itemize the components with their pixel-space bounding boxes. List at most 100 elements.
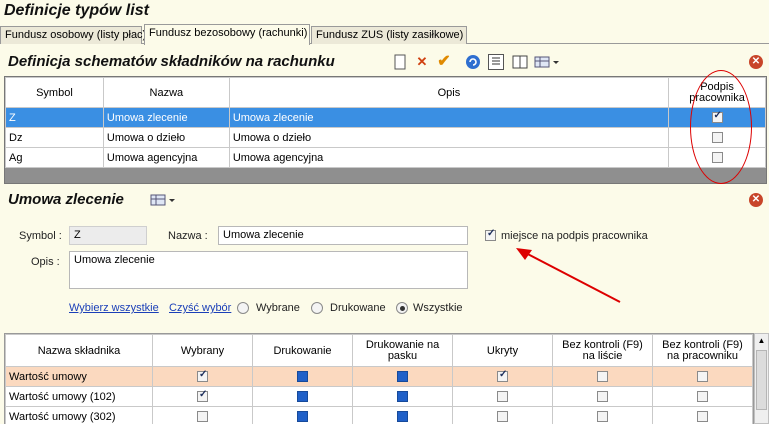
bez-kontroli-lista-checkbox[interactable] — [597, 411, 608, 423]
cell-symbol[interactable]: Ag — [5, 147, 104, 168]
drukowanie-pasek-checkbox[interactable] — [397, 371, 408, 383]
radio-drukowane[interactable] — [311, 302, 323, 314]
cell-bez-kontroli-pracownik[interactable] — [652, 366, 753, 387]
table-row[interactable]: Ag Umowa agencyjna Umowa agencyjna — [5, 147, 766, 168]
radio-wszystkie-label: Wszystkie — [413, 302, 463, 314]
cell-opis[interactable]: Umowa zlecenie — [228, 107, 670, 128]
close-icon[interactable]: ✕ — [749, 193, 763, 207]
opis-field[interactable]: Umowa zlecenie — [69, 251, 468, 289]
delete-icon[interactable]: ✕ — [414, 54, 430, 70]
table-row[interactable]: Wartość umowy (102) — [5, 386, 753, 407]
radio-wybrane[interactable] — [237, 302, 249, 314]
detail-section-title: Umowa zlecenie — [8, 191, 124, 208]
grid-menu-icon[interactable] — [150, 192, 178, 208]
grid-menu-icon[interactable] — [534, 54, 562, 70]
bez-kontroli-pracownik-checkbox[interactable] — [697, 391, 708, 403]
ukryty-checkbox[interactable] — [497, 369, 508, 383]
cell-opis[interactable]: Umowa agencyjna — [228, 147, 670, 168]
drukowanie-checkbox[interactable] — [297, 371, 308, 383]
cell-nazwa-skladnika[interactable]: Wartość umowy — [5, 366, 153, 387]
tab-fundusz-osobowy[interactable]: Fundusz osobowy (listy płac) — [0, 26, 146, 44]
col-header-ukryty[interactable]: Ukryty — [452, 334, 553, 367]
schema-grid: Symbol Nazwa Opis Podpis pracownika Z Um… — [4, 76, 767, 184]
cell-wybrany[interactable] — [152, 386, 253, 407]
cell-nazwa[interactable]: Umowa zlecenie — [102, 107, 230, 128]
cell-wybrany[interactable] — [152, 406, 253, 424]
cell-bez-kontroli-pracownik[interactable] — [652, 406, 753, 424]
col-header-symbol[interactable]: Symbol — [5, 77, 104, 108]
cell-drukowanie[interactable] — [252, 386, 353, 407]
ukryty-checkbox[interactable] — [497, 391, 508, 403]
symbol-field[interactable]: Z — [69, 226, 147, 245]
cell-wybrany[interactable] — [152, 366, 253, 387]
col-header-drukowanie[interactable]: Drukowanie — [252, 334, 353, 367]
radio-wybrane-label: Wybrane — [256, 302, 300, 314]
drukowanie-checkbox[interactable] — [297, 391, 308, 403]
radio-wszystkie[interactable] — [396, 302, 408, 314]
table-row[interactable]: Z Umowa zlecenie Umowa zlecenie — [5, 107, 766, 128]
ukryty-checkbox[interactable] — [497, 411, 508, 423]
cell-drukowanie-pasek[interactable] — [352, 406, 453, 424]
table-row[interactable]: Dz Umowa o dzieło Umowa o dzieło — [5, 127, 766, 148]
annotation-ellipse — [690, 70, 752, 184]
bez-kontroli-lista-checkbox[interactable] — [597, 371, 608, 383]
nazwa-field[interactable]: Umowa zlecenie — [218, 226, 468, 245]
opis-label: Opis : — [31, 256, 60, 268]
drukowanie-pasek-checkbox[interactable] — [397, 411, 408, 423]
cell-ukryty[interactable] — [452, 386, 553, 407]
table-row[interactable]: Wartość umowy — [5, 366, 753, 387]
cell-bez-kontroli-lista[interactable] — [552, 366, 653, 387]
cell-ukryty[interactable] — [452, 366, 553, 387]
bez-kontroli-pracownik-checkbox[interactable] — [697, 371, 708, 383]
schema-section-title: Definicja schematów składników na rachun… — [8, 53, 335, 70]
cell-bez-kontroli-pracownik[interactable] — [652, 386, 753, 407]
cell-ukryty[interactable] — [452, 406, 553, 424]
col-header-wybrany[interactable]: Wybrany — [152, 334, 253, 367]
filter-icon[interactable] — [488, 54, 504, 70]
cell-symbol[interactable]: Dz — [5, 127, 104, 148]
tab-fundusz-zus[interactable]: Fundusz ZUS (listy zasiłkowe) — [311, 26, 467, 44]
annotation-arrow — [516, 248, 621, 303]
wybrany-checkbox[interactable] — [197, 411, 208, 423]
tab-fundusz-bezosobowy[interactable]: Fundusz bezosobowy (rachunki) — [144, 24, 310, 45]
col-header-nazwa[interactable]: Nazwa — [102, 77, 230, 108]
vertical-scrollbar[interactable]: ▲ — [754, 333, 769, 424]
clear-selection-link[interactable]: Czyść wybór — [169, 302, 231, 314]
new-document-icon[interactable] — [392, 54, 408, 70]
cell-nazwa[interactable]: Umowa o dzieło — [102, 127, 230, 148]
col-header-bez-kontroli-lista[interactable]: Bez kontroli (F9) na liście — [552, 334, 653, 367]
cell-nazwa[interactable]: Umowa agencyjna — [102, 147, 230, 168]
drukowanie-pasek-checkbox[interactable] — [397, 391, 408, 403]
col-header-drukowanie-na-pasku[interactable]: Drukowanie na pasku — [352, 334, 453, 367]
window-title: Definicje typów list — [4, 2, 149, 19]
cell-nazwa-skladnika[interactable]: Wartość umowy (102) — [5, 386, 153, 407]
refresh-icon[interactable] — [465, 54, 481, 70]
accept-icon[interactable]: ✔ — [436, 54, 452, 70]
cell-nazwa-skladnika[interactable]: Wartość umowy (302) — [5, 406, 153, 424]
cell-symbol[interactable]: Z — [5, 107, 104, 128]
wybrany-checkbox[interactable] — [197, 369, 208, 383]
select-all-link[interactable]: Wybierz wszystkie — [69, 302, 159, 314]
cell-bez-kontroli-lista[interactable] — [552, 406, 653, 424]
cell-drukowanie-pasek[interactable] — [352, 366, 453, 387]
table-row[interactable]: Wartość umowy (302) — [5, 406, 753, 424]
cell-drukowanie-pasek[interactable] — [352, 386, 453, 407]
bez-kontroli-pracownik-checkbox[interactable] — [697, 411, 708, 423]
columns-icon[interactable] — [512, 54, 528, 70]
radio-drukowane-label: Drukowane — [330, 302, 386, 314]
drukowanie-checkbox[interactable] — [297, 411, 308, 423]
bez-kontroli-lista-checkbox[interactable] — [597, 391, 608, 403]
close-icon[interactable]: ✕ — [749, 55, 763, 69]
cell-opis[interactable]: Umowa o dzieło — [228, 127, 670, 148]
schema-section-header: Definicja schematów składników na rachun… — [0, 50, 769, 74]
wybrany-checkbox[interactable] — [197, 389, 208, 403]
scrollbar-thumb[interactable] — [756, 350, 767, 410]
signature-checkbox[interactable] — [485, 228, 496, 241]
col-header-opis[interactable]: Opis — [228, 77, 670, 108]
col-header-bez-kontroli-pracownik[interactable]: Bez kontroli (F9) na pracowniku — [652, 334, 753, 367]
cell-bez-kontroli-lista[interactable] — [552, 386, 653, 407]
cell-drukowanie[interactable] — [252, 406, 353, 424]
cell-drukowanie[interactable] — [252, 366, 353, 387]
col-header-nazwa-skladnika[interactable]: Nazwa składnika — [5, 334, 153, 367]
scroll-up-icon[interactable]: ▲ — [757, 336, 766, 345]
